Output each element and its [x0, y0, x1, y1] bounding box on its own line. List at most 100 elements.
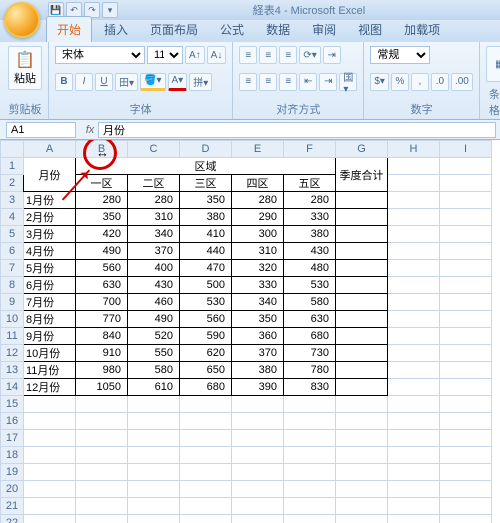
cell-empty[interactable]: [284, 464, 336, 481]
tab-data[interactable]: 数据: [256, 17, 300, 42]
row-header[interactable]: 8: [1, 277, 24, 294]
cell-empty[interactable]: [232, 464, 284, 481]
cell-empty[interactable]: [336, 481, 388, 498]
row-header[interactable]: 9: [1, 294, 24, 311]
cell-empty[interactable]: [128, 447, 180, 464]
cell-empty[interactable]: [388, 515, 440, 523]
qat-dropdown-icon[interactable]: ▾: [102, 2, 118, 18]
font-name-select[interactable]: 宋体: [55, 46, 145, 64]
cell-empty[interactable]: [24, 413, 76, 430]
cell-empty[interactable]: [128, 498, 180, 515]
cell-empty[interactable]: [76, 413, 128, 430]
row-header[interactable]: 6: [1, 243, 24, 260]
cell-empty[interactable]: [76, 464, 128, 481]
spreadsheet-grid[interactable]: ABCDEFGHI1月份区域季度合计2一区二区三区四区五区31月份2802803…: [0, 140, 492, 523]
cell-empty[interactable]: [76, 515, 128, 523]
row-header[interactable]: 10: [1, 311, 24, 328]
cell-empty[interactable]: [232, 447, 284, 464]
cell-empty[interactable]: [336, 396, 388, 413]
cell-empty[interactable]: [440, 396, 492, 413]
border-button[interactable]: 田▾: [115, 73, 138, 91]
office-button[interactable]: [4, 2, 40, 38]
cell-empty[interactable]: [336, 464, 388, 481]
cell-empty[interactable]: [24, 464, 76, 481]
tab-review[interactable]: 审阅: [302, 17, 346, 42]
formula-input[interactable]: 月份: [98, 122, 496, 138]
cell-empty[interactable]: [388, 498, 440, 515]
cond-format-button[interactable]: ▦: [486, 46, 500, 82]
cell-empty[interactable]: [388, 396, 440, 413]
cell-empty[interactable]: [76, 481, 128, 498]
col-header[interactable]: C: [128, 141, 180, 158]
row-header[interactable]: 16: [1, 413, 24, 430]
cell-empty[interactable]: [128, 396, 180, 413]
tab-insert[interactable]: 插入: [94, 17, 138, 42]
cell-empty[interactable]: [24, 447, 76, 464]
cell-empty[interactable]: [24, 481, 76, 498]
cell-empty[interactable]: [336, 430, 388, 447]
row-header[interactable]: 7: [1, 260, 24, 277]
col-header[interactable]: E: [232, 141, 284, 158]
row-header[interactable]: 17: [1, 430, 24, 447]
col-header[interactable]: A: [24, 141, 76, 158]
row-header[interactable]: 20: [1, 481, 24, 498]
row-header[interactable]: 3: [1, 192, 24, 209]
cell-empty[interactable]: [24, 396, 76, 413]
cell-empty[interactable]: [440, 464, 492, 481]
bold-button[interactable]: B: [55, 73, 73, 91]
cell-empty[interactable]: [284, 515, 336, 523]
cell-empty[interactable]: [388, 430, 440, 447]
cell-empty[interactable]: [24, 430, 76, 447]
fill-color-button[interactable]: 🪣▾: [140, 73, 165, 91]
row-header[interactable]: 21: [1, 498, 24, 515]
row-header[interactable]: 1: [1, 158, 24, 175]
grow-font-icon[interactable]: A↑: [185, 46, 205, 64]
align-right-icon[interactable]: ≡: [279, 73, 297, 91]
row-header[interactable]: 2: [1, 175, 24, 192]
cell-empty[interactable]: [336, 413, 388, 430]
cell-empty[interactable]: [128, 464, 180, 481]
cell-empty[interactable]: [128, 515, 180, 523]
cell-empty[interactable]: [180, 464, 232, 481]
cell-empty[interactable]: [284, 498, 336, 515]
cell-empty[interactable]: [284, 447, 336, 464]
cell-empty[interactable]: [284, 481, 336, 498]
phonetic-button[interactable]: 拼▾: [189, 73, 212, 91]
tab-formula[interactable]: 公式: [210, 17, 254, 42]
font-color-button[interactable]: A▾: [168, 73, 188, 91]
cell-empty[interactable]: [76, 396, 128, 413]
cell-empty[interactable]: [336, 498, 388, 515]
cell-empty[interactable]: [440, 447, 492, 464]
cell-empty[interactable]: [180, 447, 232, 464]
tab-view[interactable]: 视图: [348, 17, 392, 42]
currency-icon[interactable]: $▾: [370, 73, 389, 91]
align-bottom-icon[interactable]: ≡: [279, 46, 297, 64]
fx-icon[interactable]: fx: [82, 124, 98, 136]
cell-empty[interactable]: [180, 498, 232, 515]
cell-empty[interactable]: [440, 430, 492, 447]
row-header[interactable]: 19: [1, 464, 24, 481]
cell-empty[interactable]: [232, 498, 284, 515]
cell-empty[interactable]: [336, 447, 388, 464]
cell-empty[interactable]: [440, 515, 492, 523]
col-header[interactable]: G: [336, 141, 388, 158]
cell-empty[interactable]: [284, 430, 336, 447]
inc-decimal-icon[interactable]: .0: [431, 73, 449, 91]
underline-button[interactable]: U: [95, 73, 113, 91]
align-middle-icon[interactable]: ≡: [259, 46, 277, 64]
row-header[interactable]: 18: [1, 447, 24, 464]
paste-button[interactable]: 📋 粘贴: [8, 46, 42, 90]
row-header[interactable]: 5: [1, 226, 24, 243]
tab-layout[interactable]: 页面布局: [140, 17, 208, 42]
cell-empty[interactable]: [440, 481, 492, 498]
col-header[interactable]: F: [284, 141, 336, 158]
cell-empty[interactable]: [76, 430, 128, 447]
percent-icon[interactable]: %: [391, 73, 409, 91]
align-top-icon[interactable]: ≡: [239, 46, 257, 64]
cell-empty[interactable]: [440, 413, 492, 430]
row-header[interactable]: 14: [1, 379, 24, 396]
cell-empty[interactable]: [24, 515, 76, 523]
cell-empty[interactable]: [388, 464, 440, 481]
select-all[interactable]: [1, 141, 24, 158]
cell-empty[interactable]: [232, 481, 284, 498]
